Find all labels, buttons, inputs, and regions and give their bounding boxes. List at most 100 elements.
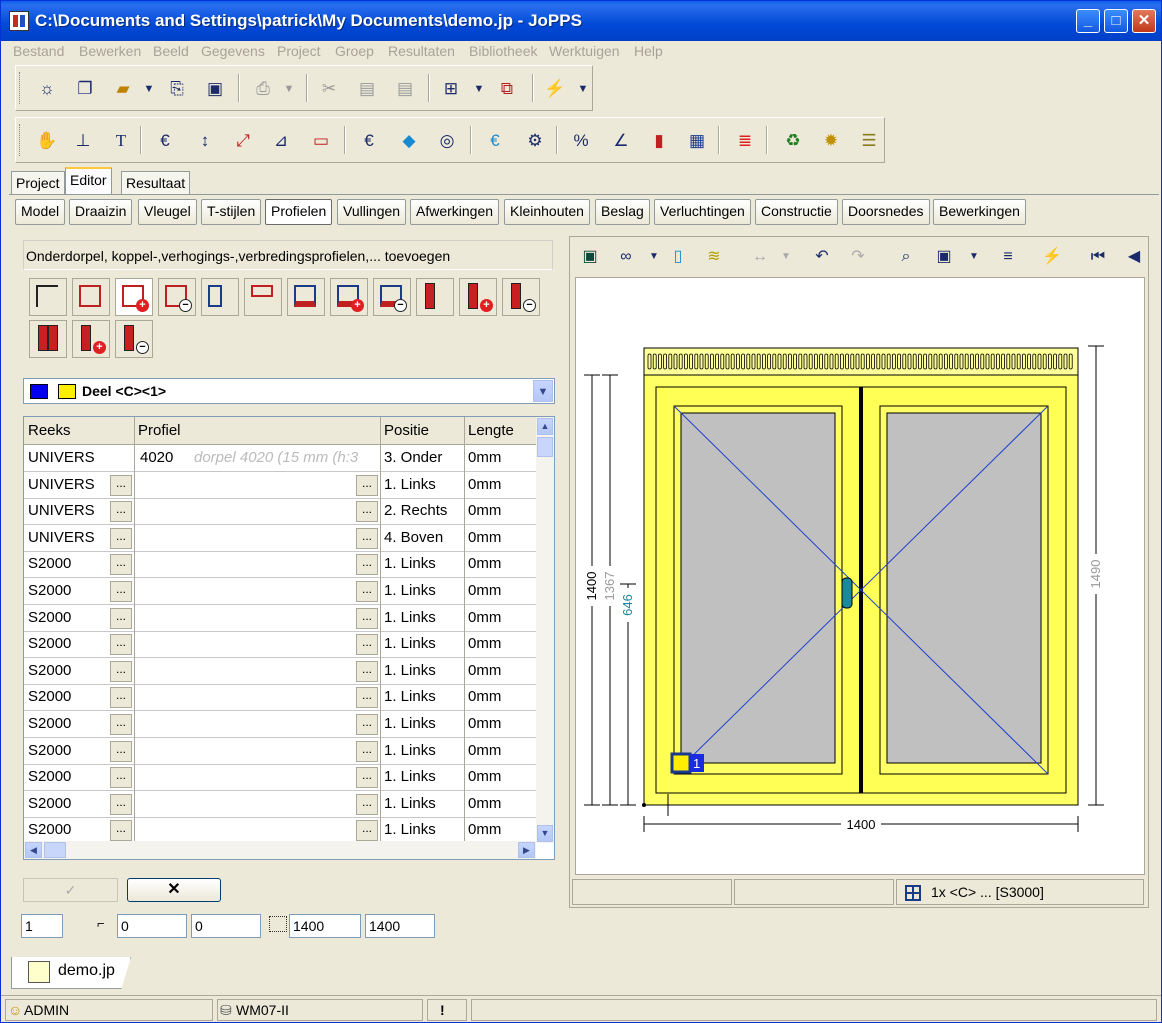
- document-tab[interactable]: demo.jp: [11, 957, 131, 989]
- reeks-browse-button[interactable]: ...: [110, 554, 132, 576]
- select-profile-tool[interactable]: [29, 278, 67, 316]
- select-side-tool[interactable]: [416, 278, 454, 316]
- tab-afwerkingen[interactable]: Afwerkingen: [410, 199, 500, 225]
- y-field[interactable]: 0: [191, 914, 261, 938]
- profiel-browse-button[interactable]: ...: [356, 474, 378, 496]
- cut-icon[interactable]: ✂: [316, 76, 342, 102]
- table-row[interactable]: S2000...... 1. Links 0mm: [24, 791, 536, 818]
- table-row[interactable]: S2000...... 1. Links 0mm: [24, 631, 536, 659]
- print-dropdown-icon[interactable]: ▼: [276, 76, 302, 102]
- table-row[interactable]: S2000...... 1. Links 0mm: [24, 738, 536, 765]
- add-side-tool[interactable]: +: [459, 278, 497, 316]
- table-row[interactable]: S2000...... 1. Links 0mm: [24, 764, 536, 792]
- euro-percent-icon[interactable]: %: [568, 128, 594, 154]
- print-icon[interactable]: ⎙: [250, 76, 276, 102]
- reeks-browse-button[interactable]: ...: [110, 660, 132, 682]
- chevron-down-icon[interactable]: ▼: [533, 380, 553, 402]
- glasses-icon[interactable]: ∞: [614, 245, 638, 269]
- reeks-browse-button[interactable]: ...: [110, 581, 132, 602]
- menu-bewerken[interactable]: Bewerken: [79, 43, 141, 59]
- menu-gegevens[interactable]: Gegevens: [201, 43, 265, 59]
- tab-vullingen[interactable]: Vullingen: [337, 199, 407, 225]
- add-sill-tool[interactable]: +: [115, 278, 153, 316]
- horizontal-scrollbar[interactable]: ◀ ▶: [24, 841, 536, 859]
- euro-bar-chart-icon[interactable]: ▮: [646, 128, 672, 154]
- table-row[interactable]: S2000...... 1. Links 0mm: [24, 684, 536, 712]
- tab-beslag[interactable]: Beslag: [595, 199, 650, 225]
- scroll-down-icon[interactable]: ▼: [537, 825, 553, 842]
- dimension-dropdown-icon[interactable]: ▼: [774, 245, 798, 269]
- reeks-browse-button[interactable]: ...: [110, 634, 132, 656]
- profiel-browse-button[interactable]: ...: [356, 820, 378, 842]
- profiel-browse-button[interactable]: ...: [356, 660, 378, 682]
- zoom-icon[interactable]: ⌕: [894, 245, 918, 269]
- lightning-icon[interactable]: ⚡: [542, 76, 568, 102]
- add-double-side-tool[interactable]: +: [72, 320, 110, 358]
- profiel-browse-button[interactable]: ...: [356, 634, 378, 656]
- profiel-browse-button[interactable]: ...: [356, 714, 378, 735]
- scroll-up-icon[interactable]: ▲: [537, 418, 553, 435]
- reeks-browse-button[interactable]: ...: [110, 607, 132, 629]
- reeks-browse-button[interactable]: ...: [110, 527, 132, 549]
- table-row[interactable]: UNIVERS...... 2. Rechts 0mm: [24, 498, 536, 526]
- export-icon[interactable]: ⎘: [164, 76, 190, 102]
- header-lengte[interactable]: Lengte: [468, 422, 514, 439]
- tab-verluchtingen[interactable]: Verluchtingen: [654, 199, 751, 225]
- tab-model[interactable]: Model: [15, 199, 66, 225]
- profiel-browse-button[interactable]: ...: [356, 607, 378, 629]
- fit-dropdown-icon[interactable]: ▼: [962, 245, 986, 269]
- layers-icon[interactable]: ≋: [702, 245, 726, 269]
- text-tool-icon[interactable]: T: [108, 128, 134, 154]
- euro-3d-icon[interactable]: €: [356, 128, 382, 154]
- remove-side-tool[interactable]: −: [502, 278, 540, 316]
- profiel-browse-button[interactable]: ...: [356, 767, 378, 789]
- header-profiel[interactable]: Profiel: [138, 422, 181, 439]
- materials-icon[interactable]: ☰: [856, 128, 882, 154]
- add-bottom-tool[interactable]: +: [330, 278, 368, 316]
- ok-button[interactable]: ✓: [23, 878, 118, 902]
- glasses-dropdown-icon[interactable]: ▼: [642, 245, 666, 269]
- tab-bewerkingen[interactable]: Bewerkingen: [933, 199, 1026, 225]
- profile-icon[interactable]: ⊥: [70, 128, 96, 154]
- frame-view-icon[interactable]: ▣: [578, 245, 602, 269]
- menu-beeld[interactable]: Beeld: [153, 43, 189, 59]
- header-positie[interactable]: Positie: [384, 422, 429, 439]
- select-raise-tool[interactable]: [244, 278, 282, 316]
- measure-icon[interactable]: ⊿: [268, 128, 294, 154]
- toolbar-grip[interactable]: [19, 124, 22, 156]
- table-row[interactable]: S2000...... 1. Links 0mm: [24, 605, 536, 632]
- profiel-browse-button[interactable]: ...: [356, 554, 378, 576]
- 3d-view-icon[interactable]: ◎: [434, 128, 460, 154]
- undo-icon[interactable]: ↶: [810, 245, 834, 269]
- height-icon[interactable]: ↕: [192, 128, 218, 154]
- cancel-button[interactable]: ✕: [127, 878, 221, 902]
- euro-line-chart-icon[interactable]: ∠: [608, 128, 634, 154]
- table-row[interactable]: S2000...... 1. Links 0mm: [24, 658, 536, 685]
- table-row[interactable]: UNIVERS 4020 dorpel 4020 (15 mm (h:3 3. Ond…: [24, 445, 536, 472]
- reeks-browse-button[interactable]: ...: [110, 740, 132, 762]
- hscroll-thumb[interactable]: [44, 842, 66, 858]
- reeks-browse-button[interactable]: ...: [110, 820, 132, 842]
- tab-constructie[interactable]: Constructie: [755, 199, 838, 225]
- open-icon[interactable]: ▰: [110, 76, 136, 102]
- open-dropdown-icon[interactable]: ▼: [136, 76, 162, 102]
- reeks-browse-button[interactable]: ...: [110, 474, 132, 496]
- tab-vleugel[interactable]: Vleugel: [138, 199, 197, 225]
- table-row[interactable]: UNIVERS...... 4. Boven 0mm: [24, 525, 536, 552]
- remove-sill-tool[interactable]: −: [158, 278, 196, 316]
- align-icon[interactable]: ≡: [996, 245, 1020, 269]
- lightning-list-icon[interactable]: ⚡: [1040, 245, 1064, 269]
- maximize-button[interactable]: □: [1104, 9, 1128, 33]
- paste-special-icon[interactable]: ▤: [392, 76, 418, 102]
- recycle-icon[interactable]: ♻: [780, 128, 806, 154]
- app-icon[interactable]: [9, 11, 29, 31]
- select-sill-tool[interactable]: [72, 278, 110, 316]
- tab-editor[interactable]: Editor: [65, 167, 112, 195]
- header-reeks[interactable]: Reeks: [28, 422, 71, 439]
- stack-icon[interactable]: ≣: [732, 128, 758, 154]
- profiel-browse-button[interactable]: ...: [356, 740, 378, 762]
- scroll-thumb[interactable]: [537, 437, 553, 457]
- hardware-icon[interactable]: ⚙: [522, 128, 548, 154]
- profiel-browse-button[interactable]: ...: [356, 527, 378, 549]
- select-dropdown-icon[interactable]: ▼: [466, 76, 492, 102]
